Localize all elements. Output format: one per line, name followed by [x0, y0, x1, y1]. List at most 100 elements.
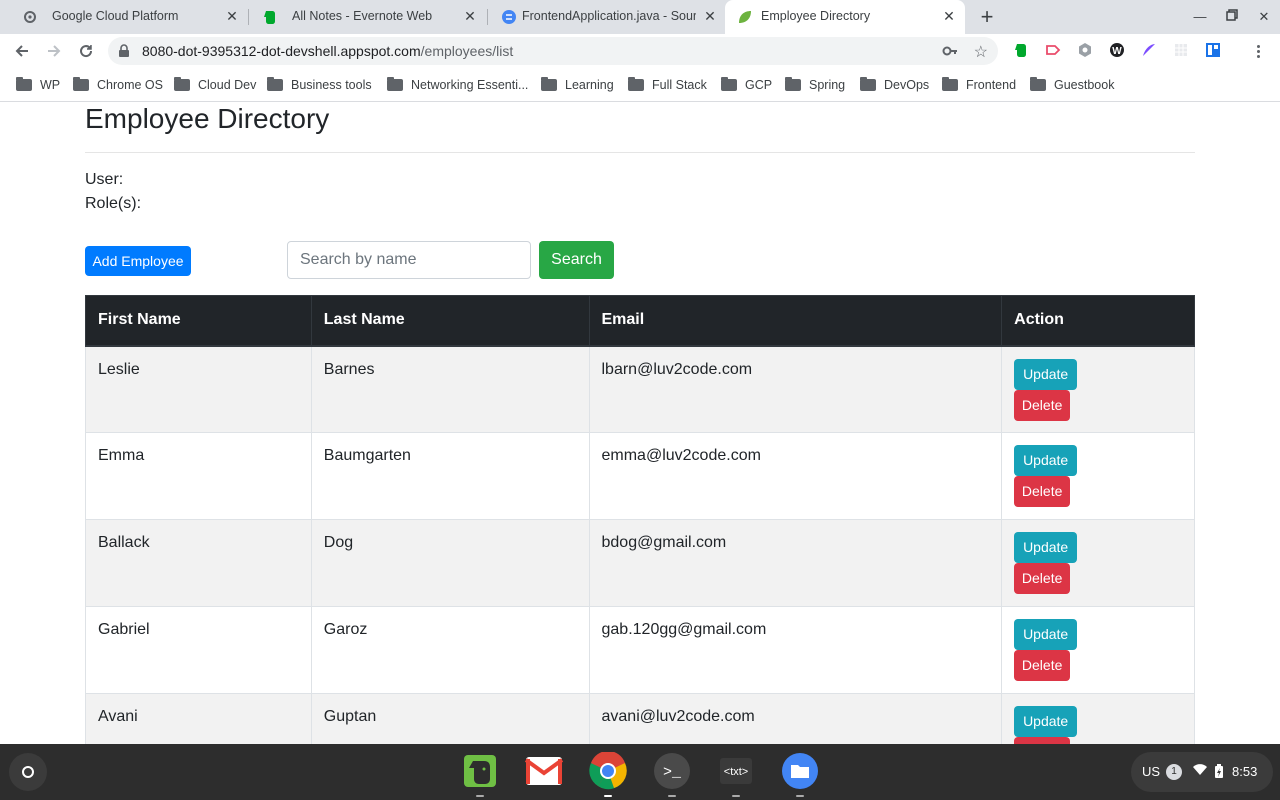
files-app-icon[interactable] [781, 752, 819, 797]
column-header-action: Action [1001, 295, 1195, 347]
bookmark-label: Learning [565, 78, 614, 92]
gmail-app-icon[interactable] [525, 752, 563, 790]
system-tray[interactable]: US 1 8:53 [1131, 752, 1273, 792]
tab-google-cloud[interactable]: Google Cloud Platform ✕ [8, 0, 248, 34]
bookmark-folder-devops[interactable]: DevOps [860, 76, 929, 94]
folder-icon [16, 77, 32, 91]
delete-button[interactable]: Delete [1014, 389, 1071, 421]
grid-extension-icon[interactable] [1173, 42, 1189, 58]
tab-employee-directory[interactable]: Employee Directory ✕ [725, 0, 965, 34]
search-input[interactable] [287, 241, 531, 279]
add-employee-button[interactable]: Add Employee [85, 246, 191, 276]
evernote-extension-icon[interactable] [1013, 42, 1029, 58]
employee-table: First Name Last Name Email Action Leslie… [85, 295, 1195, 744]
terminal-app-icon[interactable]: >_ [653, 752, 691, 797]
cell-last-name: Garoz [310, 606, 590, 694]
cell-actions: Update Delete [1001, 519, 1195, 607]
delete-button[interactable]: Delete [1014, 650, 1071, 681]
bookmark-star-icon[interactable]: ☆ [974, 42, 988, 62]
update-button[interactable]: Update [1014, 619, 1078, 650]
delete-button[interactable]: Delete [1014, 476, 1071, 507]
close-tab-icon[interactable]: ✕ [224, 8, 240, 24]
folder-icon [785, 77, 801, 91]
feather-extension-icon[interactable] [1141, 42, 1157, 58]
bookmark-folder-chrome-os[interactable]: Chrome OS [73, 76, 163, 94]
folder-icon [267, 77, 283, 91]
url-path: /employees/list [420, 43, 514, 59]
close-tab-icon[interactable]: ✕ [462, 8, 478, 24]
minimize-icon[interactable]: — [1191, 8, 1209, 26]
text-app-icon[interactable]: <txt> [717, 752, 755, 797]
search-button[interactable]: Search [539, 241, 614, 279]
column-header-first-name: First Name [85, 295, 312, 347]
folder-icon [387, 77, 403, 91]
ime-indicator: US [1142, 764, 1161, 779]
chrome-menu-icon[interactable] [1249, 42, 1267, 60]
delete-button[interactable]: Delete [1014, 737, 1071, 744]
tab-title: All Notes - Evernote Web [292, 9, 433, 23]
close-window-icon[interactable]: ✕ [1255, 8, 1273, 26]
bookmark-label: Full Stack [652, 78, 707, 92]
bookmark-folder-frontend[interactable]: Frontend [942, 76, 1016, 94]
cell-first-name: Avani [85, 693, 312, 744]
cell-first-name: Ballack [85, 519, 312, 607]
address-bar[interactable]: 8080-dot-9395312-dot-devshell.appspot.co… [108, 37, 998, 65]
bookmark-label: GCP [745, 78, 773, 92]
folder-icon [1030, 77, 1046, 91]
cell-email: bdog@gmail.com [588, 519, 1003, 607]
bookmark-folder-gcp[interactable]: GCP [721, 76, 772, 94]
cell-actions: Update Delete [1001, 606, 1195, 694]
notification-count: 1 [1166, 764, 1182, 780]
cell-first-name: Gabriel [85, 606, 312, 694]
close-tab-icon[interactable]: ✕ [941, 8, 957, 24]
evernote-app-icon[interactable] [461, 752, 499, 797]
back-icon[interactable] [12, 41, 32, 61]
bookmark-folder-business-tools[interactable]: Business tools [267, 76, 372, 94]
forward-icon[interactable] [44, 41, 64, 61]
bookmark-folder-cloud-dev[interactable]: Cloud Dev [174, 76, 256, 94]
table-row: Emma Baumgarten emma@luv2code.com Update… [85, 432, 1195, 520]
svg-text:<txt>: <txt> [724, 766, 748, 778]
tab-strip: Google Cloud Platform ✕ All Notes - Ever… [0, 0, 1280, 34]
new-tab-button[interactable]: + [976, 6, 998, 28]
delete-button[interactable]: Delete [1014, 563, 1071, 594]
reload-icon[interactable] [76, 41, 96, 61]
table-row: Avani Guptan avani@luv2code.com Update D… [85, 693, 1195, 744]
screencast-extension-icon[interactable] [1045, 42, 1061, 58]
dashboard-extension-icon[interactable] [1205, 42, 1221, 58]
update-button[interactable]: Update [1014, 706, 1078, 737]
bookmark-folder-learning[interactable]: Learning [541, 76, 614, 94]
update-button[interactable]: Update [1014, 358, 1078, 390]
cell-last-name: Barnes [310, 345, 590, 433]
tab-title: Employee Directory [761, 9, 871, 23]
column-header-last-name: Last Name [310, 295, 590, 347]
cell-email: lbarn@luv2code.com [588, 345, 1003, 433]
cell-first-name: Leslie [85, 345, 312, 433]
tab-evernote[interactable]: All Notes - Evernote Web ✕ [248, 0, 486, 34]
divider [85, 152, 1195, 153]
bookmark-folder-spring[interactable]: Spring [785, 76, 845, 94]
table-row: Ballack Dog bdog@gmail.com Update Delete [85, 519, 1195, 607]
tab-frontend-source[interactable]: FrontendApplication.java - Sourc ✕ [487, 0, 725, 34]
wordpress-extension-icon[interactable]: W [1109, 42, 1125, 58]
restore-icon[interactable] [1223, 8, 1241, 26]
bookmark-folder-full-stack[interactable]: Full Stack [628, 76, 707, 94]
bookmark-label: Business tools [291, 78, 372, 92]
running-indicator [476, 795, 484, 797]
update-button[interactable]: Update [1014, 532, 1078, 563]
hexagon-extension-icon[interactable] [1077, 42, 1093, 58]
cell-actions: Update Delete [1001, 693, 1195, 744]
bookmark-label: DevOps [884, 78, 930, 92]
update-button[interactable]: Update [1014, 445, 1078, 476]
cell-last-name: Baumgarten [310, 432, 590, 520]
chrome-app-icon[interactable] [589, 752, 627, 797]
close-tab-icon[interactable]: ✕ [702, 8, 718, 24]
bookmark-label: Networking Essenti... [411, 78, 529, 92]
bookmark-folder-guestbook[interactable]: Guestbook [1030, 76, 1114, 94]
tab-title: FrontendApplication.java - Sourc [522, 9, 696, 23]
bookmark-folder-networking[interactable]: Networking Essenti... [387, 76, 528, 94]
running-indicator [604, 795, 612, 797]
key-icon[interactable] [942, 43, 958, 64]
launcher-button[interactable] [9, 753, 47, 791]
bookmark-folder-wp[interactable]: WP [16, 76, 60, 94]
